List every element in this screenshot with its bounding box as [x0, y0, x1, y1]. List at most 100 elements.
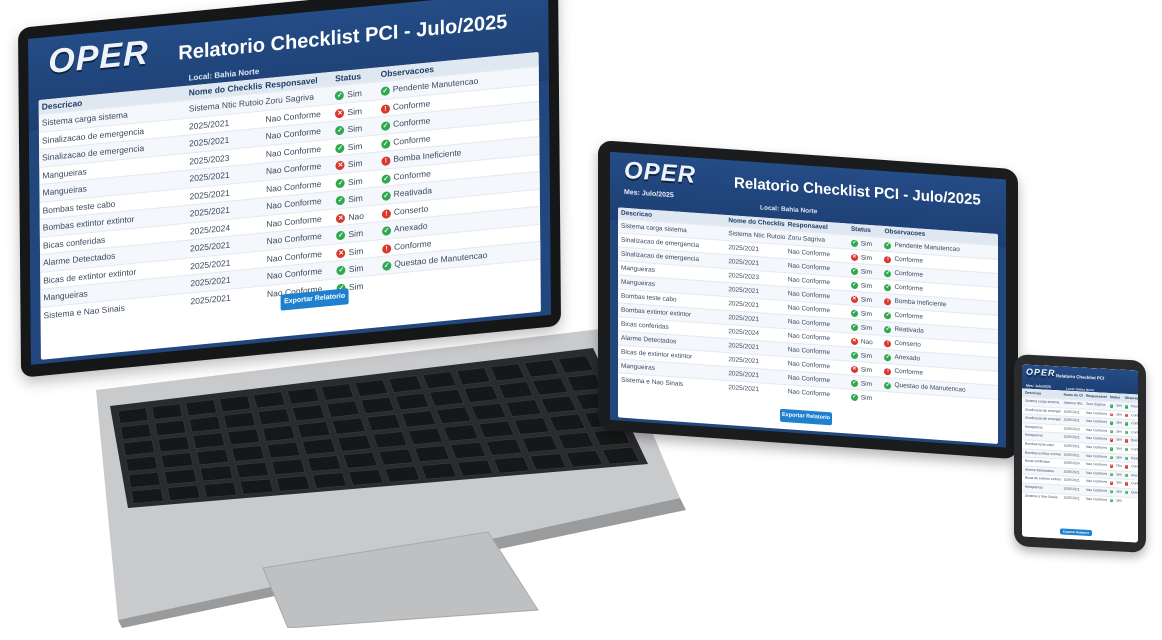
- keyboard-key[interactable]: [407, 427, 444, 445]
- alert-icon: !: [1124, 413, 1129, 418]
- keyboard-key[interactable]: [401, 410, 437, 428]
- keyboard-key[interactable]: [257, 408, 291, 425]
- status-value: Sim: [860, 366, 873, 375]
- keyboard-key[interactable]: [540, 395, 577, 414]
- keyboard-key[interactable]: [199, 465, 234, 482]
- keyboard-key[interactable]: [253, 391, 286, 409]
- keyboard-key[interactable]: [312, 472, 347, 489]
- keyboard-key[interactable]: [320, 383, 354, 401]
- keyboard-key[interactable]: [388, 375, 423, 393]
- keyboard-key[interactable]: [422, 371, 457, 389]
- keyboard-key[interactable]: [196, 448, 230, 466]
- keyboard-key[interactable]: [378, 448, 414, 466]
- column-header[interactable]: Observacoes: [1122, 394, 1138, 403]
- keyboard-key[interactable]: [548, 413, 586, 432]
- keyboard-key[interactable]: [203, 481, 238, 498]
- keyboard-key[interactable]: [513, 417, 550, 435]
- keyboard-key[interactable]: [489, 363, 526, 382]
- status-value: Sim: [860, 268, 873, 277]
- keyboard-key[interactable]: [529, 453, 567, 471]
- check-icon: ✓: [1124, 404, 1129, 409]
- keyboard-key[interactable]: [470, 403, 507, 421]
- keyboard-key[interactable]: [372, 431, 408, 449]
- keyboard-key[interactable]: [429, 389, 464, 407]
- keyboard-key[interactable]: [342, 451, 378, 469]
- status-value: Sim: [348, 263, 364, 275]
- export-report-button[interactable]: Exportar Relatorio: [1060, 528, 1092, 537]
- keyboard-key[interactable]: [291, 404, 326, 422]
- keyboard-key[interactable]: [286, 387, 320, 405]
- cross-icon: ✕: [335, 108, 345, 118]
- keyboard-key[interactable]: [354, 379, 389, 397]
- keyboard-key[interactable]: [414, 445, 450, 463]
- keyboard-key[interactable]: [420, 462, 457, 480]
- keyboard-key[interactable]: [188, 415, 221, 433]
- keyboard-key[interactable]: [160, 452, 194, 469]
- keyboard-key[interactable]: [223, 412, 256, 429]
- keyboard-key[interactable]: [521, 435, 559, 453]
- keyboard-key[interactable]: [565, 450, 604, 468]
- status-value: Sim: [347, 88, 362, 100]
- keyboard-key[interactable]: [493, 456, 530, 474]
- keyboard-key[interactable]: [366, 414, 401, 432]
- table-body: Sistema carga sistemaSistema Ntic Rutoio…: [1022, 396, 1138, 506]
- oper-logo: OPER: [1026, 366, 1056, 379]
- keyboard-key[interactable]: [235, 461, 270, 479]
- keyboard-key[interactable]: [450, 441, 487, 459]
- keyboard-key[interactable]: [485, 438, 523, 456]
- keyboard-key[interactable]: [239, 478, 274, 495]
- keyboard-key[interactable]: [348, 469, 384, 486]
- keyboard-key[interactable]: [130, 488, 164, 504]
- keyboard-key[interactable]: [164, 468, 197, 485]
- keyboard-key[interactable]: [125, 455, 158, 472]
- check-icon: ✓: [1109, 447, 1114, 451]
- keyboard-key[interactable]: [271, 458, 306, 475]
- keyboard-key[interactable]: [557, 431, 595, 450]
- keyboard-key[interactable]: [122, 439, 155, 456]
- check-icon: ✓: [884, 284, 892, 292]
- responsible-cell: Nao Conforme: [1085, 444, 1107, 450]
- keyboard-key[interactable]: [463, 385, 499, 403]
- keyboard-key[interactable]: [128, 471, 161, 488]
- keyboard-key[interactable]: [331, 417, 366, 435]
- check-icon: ✓: [1109, 455, 1114, 460]
- keyboard-key[interactable]: [478, 420, 515, 439]
- column-header[interactable]: Nome do Checklist: [1061, 390, 1083, 399]
- status-cell: ✕ Sim: [1107, 410, 1122, 418]
- keyboard-key[interactable]: [457, 459, 494, 477]
- responsible-cell: Nao Conforme: [1085, 453, 1107, 459]
- alert-icon: !: [884, 368, 892, 376]
- keyboard-key[interactable]: [192, 432, 225, 449]
- observation-text: Conforme: [1131, 481, 1138, 487]
- keyboard-key[interactable]: [497, 381, 534, 400]
- keyboard-key[interactable]: [120, 423, 152, 440]
- keyboard-key[interactable]: [262, 425, 296, 442]
- keyboard-key[interactable]: [231, 445, 265, 462]
- check-icon: ✓: [336, 230, 346, 241]
- column-header[interactable]: Status: [1107, 393, 1122, 402]
- keyboard-key[interactable]: [266, 441, 301, 459]
- keyboard-key[interactable]: [337, 434, 372, 452]
- keyboard-key[interactable]: [154, 419, 187, 437]
- keyboard-key[interactable]: [296, 421, 331, 439]
- keyboard-key[interactable]: [394, 392, 430, 411]
- check-icon: ✓: [850, 309, 858, 318]
- keyboard-key[interactable]: [167, 484, 201, 501]
- keyboard-key[interactable]: [456, 367, 491, 386]
- status-value: Sim: [348, 280, 364, 292]
- export-report-button[interactable]: Exportar Relatorio: [780, 408, 832, 426]
- keyboard-key[interactable]: [326, 400, 360, 418]
- keyboard-key[interactable]: [384, 465, 421, 483]
- keyboard-key[interactable]: [443, 424, 479, 442]
- keyboard-key[interactable]: [275, 475, 311, 492]
- keyboard-key[interactable]: [157, 436, 190, 453]
- keyboard-key[interactable]: [307, 455, 342, 472]
- responsible-cell: Nao Conforme: [1085, 427, 1107, 433]
- column-header[interactable]: Status: [848, 223, 882, 236]
- keyboard-key[interactable]: [436, 406, 472, 424]
- column-header[interactable]: Responsavel: [1083, 392, 1107, 401]
- keyboard-key[interactable]: [360, 396, 395, 414]
- keyboard-key[interactable]: [505, 399, 542, 417]
- keyboard-key[interactable]: [227, 428, 261, 446]
- keyboard-key[interactable]: [302, 438, 337, 455]
